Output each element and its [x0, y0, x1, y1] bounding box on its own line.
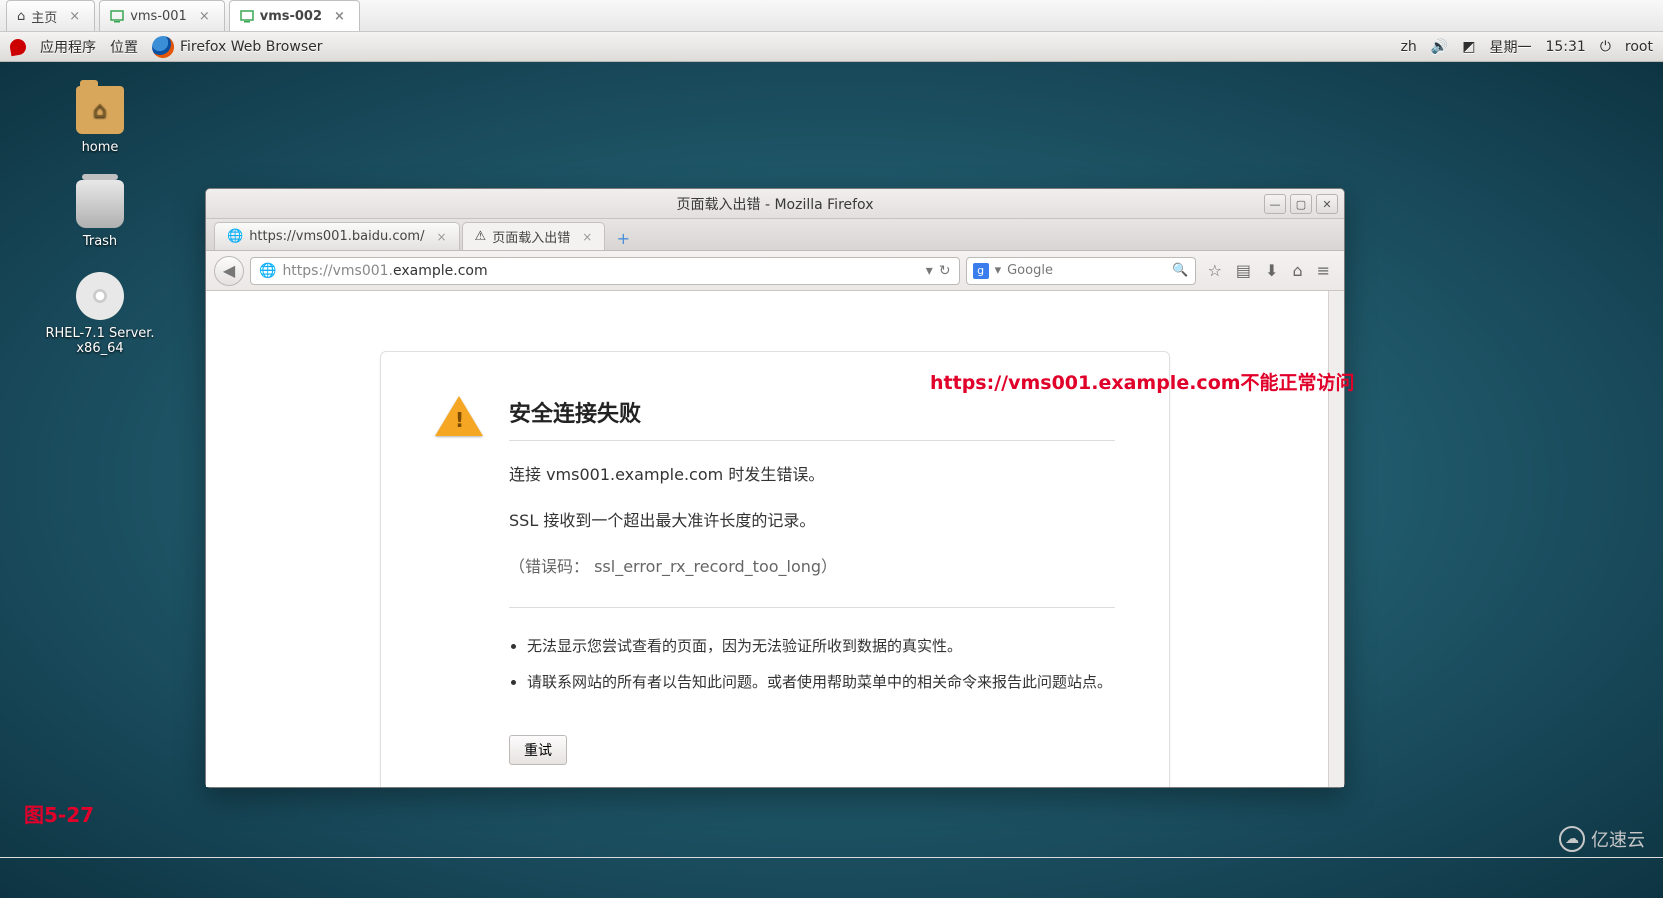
vm-tab-label: vms-001 [130, 9, 187, 24]
url-scheme: https://vms001. [282, 263, 393, 279]
search-placeholder: Google [1007, 263, 1053, 278]
menu-icon[interactable]: ≡ [1317, 261, 1330, 280]
firefox-window: 页面载入出错 - Mozilla Firefox — ▢ ✕ 🌐 https:/… [205, 188, 1345, 788]
reload-icon[interactable]: ↻ [939, 263, 951, 279]
trash-icon [76, 180, 124, 228]
firefox-icon [152, 36, 174, 58]
back-button[interactable]: ◀ [214, 256, 244, 286]
globe-icon: 🌐 [227, 229, 243, 244]
desktop-icon-label: home [40, 140, 160, 155]
accessibility-icon[interactable]: ◩ [1462, 39, 1475, 55]
firefox-tab-1[interactable]: ⚠ 页面载入出错 × [462, 222, 606, 250]
close-icon[interactable]: × [199, 9, 210, 24]
new-tab-button[interactable]: + [611, 226, 635, 250]
gnome-panel: 应用程序 位置 Firefox Web Browser zh 🔊 ◩ 星期一 1… [0, 32, 1663, 62]
vm-tab-vms001[interactable]: vms-001 × [99, 0, 225, 31]
search-bar[interactable]: g ▾ Google 🔍 [966, 257, 1196, 285]
firefox-tab-label: 页面载入出错 [492, 227, 570, 246]
running-app-label: Firefox Web Browser [180, 39, 323, 55]
watermark-text: 亿速云 [1591, 826, 1645, 852]
bookmark-icon[interactable]: ☆ [1208, 261, 1222, 280]
annotation-text: https://vms001.example.com不能正常访问 [930, 368, 1355, 395]
figure-label: 图5-27 [24, 799, 94, 828]
desktop-icon-home[interactable]: home [40, 86, 160, 155]
error-bullet: 无法显示您尝试查看的页面，因为无法验证所收到数据的真实性。 [527, 634, 1115, 660]
firefox-navbar: ◀ 🌐 https://vms001.example.com ▾ ↻ g ▾ G… [206, 251, 1344, 291]
desktop-icon-label: RHEL-7.1 Server. x86_64 [30, 326, 170, 356]
firefox-tab-0[interactable]: 🌐 https://vms001.baidu.com/ × [214, 222, 460, 250]
vm-icon [240, 9, 254, 23]
vm-tab-home[interactable]: ⌂ 主页 × [6, 0, 95, 31]
url-bar[interactable]: 🌐 https://vms001.example.com ▾ ↻ [250, 257, 960, 285]
close-icon[interactable]: × [436, 230, 446, 244]
warning-icon: ⚠ [475, 229, 487, 244]
dropdown-icon[interactable]: ▾ [995, 263, 1002, 278]
window-maximize-button[interactable]: ▢ [1290, 194, 1312, 214]
desktop-icon-trash[interactable]: Trash [40, 180, 160, 249]
error-line1: 连接 vms001.example.com 时发生错误。 [509, 463, 1115, 487]
panel-time[interactable]: 15:31 [1545, 39, 1585, 55]
url-dropdown-icon[interactable]: ▾ [926, 263, 933, 279]
globe-icon: 🌐 [259, 263, 276, 279]
window-title: 页面载入出错 - Mozilla Firefox [677, 194, 874, 214]
cloud-icon: ☁ [1559, 826, 1585, 852]
panel-day[interactable]: 星期一 [1489, 37, 1531, 57]
volume-icon[interactable]: 🔊 [1431, 39, 1448, 55]
window-close-button[interactable]: ✕ [1316, 194, 1338, 214]
downloads-icon[interactable]: ⬇ [1265, 261, 1278, 280]
close-icon[interactable]: × [582, 230, 592, 244]
power-icon[interactable]: ⏻ [1600, 39, 1611, 55]
url-host: example.com [393, 263, 488, 279]
vm-tabstrip: ⌂ 主页 × vms-001 × vms-002 × [0, 0, 1663, 32]
watermark: ☁ 亿速云 [1559, 826, 1645, 852]
window-minimize-button[interactable]: — [1264, 194, 1286, 214]
input-method[interactable]: zh [1401, 39, 1417, 55]
desktop-icon-label: Trash [40, 234, 160, 249]
firefox-tabstrip: 🌐 https://vms001.baidu.com/ × ⚠ 页面载入出错 ×… [206, 219, 1344, 251]
window-titlebar[interactable]: 页面载入出错 - Mozilla Firefox — ▢ ✕ [206, 189, 1344, 219]
warning-triangle-icon [435, 396, 483, 765]
error-card: 安全连接失败 连接 vms001.example.com 时发生错误。 SSL … [380, 351, 1170, 787]
error-heading: 安全连接失败 [509, 396, 1115, 441]
close-icon[interactable]: × [334, 9, 345, 24]
error-line2: SSL 接收到一个超出最大准许长度的记录。 [509, 509, 1115, 533]
error-bullets: 无法显示您尝试查看的页面，因为无法验证所收到数据的真实性。 请联系网站的所有者以… [509, 607, 1115, 695]
folder-icon [76, 86, 124, 134]
vm-tab-label: vms-002 [260, 9, 322, 24]
vm-tab-vms002[interactable]: vms-002 × [229, 0, 360, 31]
panel-user[interactable]: root [1625, 39, 1653, 55]
search-icon[interactable]: 🔍 [1172, 263, 1188, 278]
vm-tab-label: 主页 [31, 7, 57, 26]
error-code: （错误码： ssl_error_rx_record_too_long） [509, 555, 1115, 579]
running-app[interactable]: Firefox Web Browser [152, 36, 323, 58]
error-bullet: 请联系网站的所有者以告知此问题。或者使用帮助菜单中的相关命令来报告此问题站点。 [527, 670, 1115, 696]
vm-icon [110, 9, 124, 23]
retry-button[interactable]: 重试 [509, 735, 567, 765]
vertical-scrollbar[interactable] [1328, 291, 1344, 787]
google-icon: g [973, 263, 989, 279]
desktop-icon-disc[interactable]: RHEL-7.1 Server. x86_64 [30, 272, 170, 356]
home-icon[interactable]: ⌂ [1292, 261, 1302, 280]
disc-icon [76, 272, 124, 320]
desktop[interactable]: home Trash RHEL-7.1 Server. x86_64 页面载入出… [0, 62, 1663, 898]
firefox-tab-label: https://vms001.baidu.com/ [249, 229, 424, 244]
redhat-icon [9, 37, 28, 56]
panel-applications[interactable]: 应用程序 [40, 37, 96, 57]
sidebar-icon[interactable]: ▤ [1236, 261, 1251, 280]
close-icon[interactable]: × [69, 9, 80, 24]
panel-places[interactable]: 位置 [110, 37, 138, 57]
home-icon: ⌂ [17, 9, 25, 24]
page-content: 安全连接失败 连接 vms001.example.com 时发生错误。 SSL … [206, 291, 1344, 787]
divider [0, 857, 1663, 858]
